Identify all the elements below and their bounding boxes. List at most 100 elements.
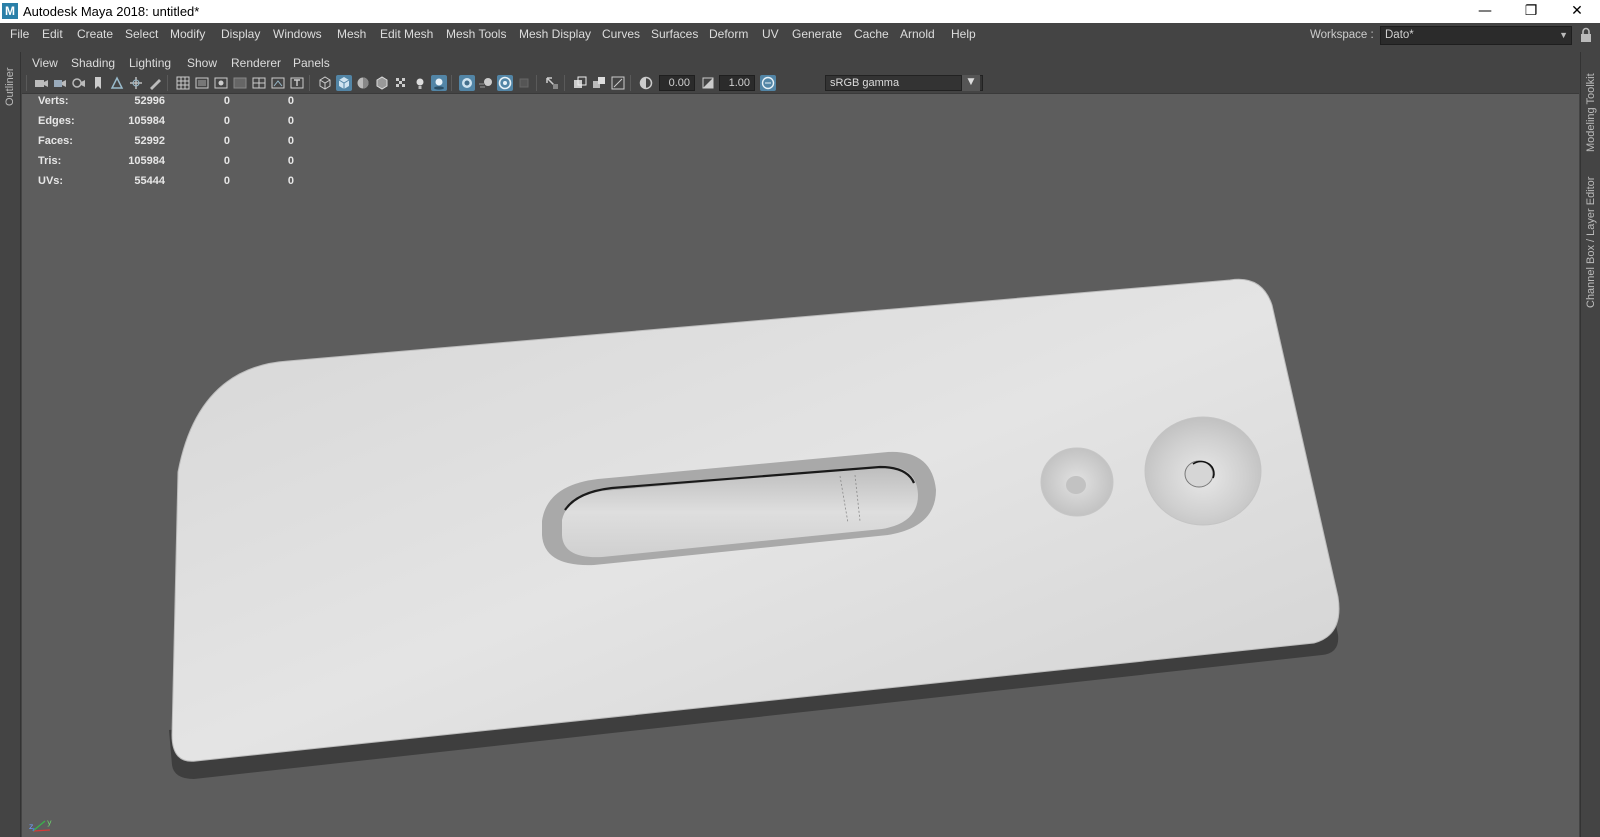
hud-row-edges: Edges: 105984 0 0: [38, 115, 308, 135]
panel-menu-view[interactable]: View: [32, 56, 58, 70]
color-management-icon[interactable]: [760, 75, 776, 91]
hud-value: 0: [223, 115, 230, 127]
menu-modify[interactable]: Modify: [170, 27, 205, 41]
menu-select[interactable]: Select: [125, 27, 158, 41]
menu-cache[interactable]: Cache: [854, 27, 889, 41]
camera-attributes-icon[interactable]: [52, 75, 68, 91]
lock-icon[interactable]: [1580, 27, 1592, 43]
menu-edit-mesh[interactable]: Edit Mesh: [380, 27, 433, 41]
smooth-shade-icon[interactable]: [336, 75, 352, 91]
toolbar-separator: [167, 75, 168, 91]
menu-generate[interactable]: Generate: [792, 27, 842, 41]
hud-value: 105984: [128, 155, 165, 167]
gate-mask-icon[interactable]: [232, 75, 248, 91]
workspace-label: Workspace :: [1310, 29, 1374, 41]
menu-mesh-tools[interactable]: Mesh Tools: [446, 27, 506, 41]
channel-box-layer-editor-tab[interactable]: Channel Box / Layer Editor: [1585, 177, 1597, 308]
wireframe-icon[interactable]: [317, 75, 333, 91]
motion-blur-icon[interactable]: [478, 75, 494, 91]
outliner-tab[interactable]: Outliner: [4, 67, 16, 106]
shaded-wireframe-icon[interactable]: [374, 75, 390, 91]
toolbar-separator: [630, 75, 631, 91]
menu-mesh[interactable]: Mesh: [337, 27, 366, 41]
hud-row-verts: Verts: 52996 0 0: [38, 95, 308, 115]
hud-value: 52992: [134, 135, 165, 147]
hud-row-tris: Tris: 105984 0 0: [38, 155, 308, 175]
restore-button[interactable]: ❐: [1508, 0, 1554, 23]
3d-viewport[interactable]: Verts: 52996 0 0 Edges: 105984 0 0 Faces…: [22, 95, 1579, 837]
left-dock-strip: Outliner: [0, 52, 21, 837]
main-menu-bar: File Edit Create Select Modify Display W…: [0, 23, 1600, 46]
hud-label: Verts:: [38, 95, 69, 107]
panel-menu-renderer[interactable]: Renderer: [231, 56, 281, 70]
panel-menu-bar: View Shading Lighting Show Renderer Pane…: [22, 52, 1579, 72]
hud-value: 0: [287, 155, 294, 167]
minimize-button[interactable]: —: [1462, 0, 1508, 23]
workspace-value: Dato*: [1385, 29, 1414, 41]
menu-create[interactable]: Create: [77, 27, 113, 41]
xray-active-components-icon[interactable]: [610, 75, 626, 91]
hud-value: 0: [287, 135, 294, 147]
chevron-down-icon[interactable]: ▼: [961, 75, 980, 91]
toolbar-separator: [564, 75, 565, 91]
hud-value: 0: [223, 155, 230, 167]
depth-of-field-icon[interactable]: [516, 75, 532, 91]
hud-row-faces: Faces: 52992 0 0: [38, 135, 308, 155]
view-axis-icon: y z: [29, 818, 52, 832]
close-button[interactable]: ✕: [1554, 0, 1600, 23]
hud-value: 0: [223, 135, 230, 147]
bookmark-icon[interactable]: [90, 75, 106, 91]
menu-help[interactable]: Help: [951, 27, 976, 41]
screen-space-ao-icon[interactable]: [459, 75, 475, 91]
hud-label: Tris:: [38, 155, 62, 167]
panel-menu-lighting[interactable]: Lighting: [129, 56, 171, 70]
film-gate-icon[interactable]: [194, 75, 210, 91]
multisample-aa-icon[interactable]: [497, 75, 513, 91]
gamma-field[interactable]: 1.00: [719, 75, 755, 91]
toolbar-separator: [309, 75, 310, 91]
menu-display[interactable]: Display: [221, 27, 260, 41]
bookmark-camera-icon[interactable]: [71, 75, 87, 91]
modeling-toolkit-tab[interactable]: Modeling Toolkit: [1585, 73, 1597, 152]
isolate-select-icon[interactable]: [544, 75, 560, 91]
grid-icon[interactable]: [175, 75, 191, 91]
menu-deform[interactable]: Deform: [709, 27, 748, 41]
menu-arnold[interactable]: Arnold: [900, 27, 935, 41]
resolution-gate-icon[interactable]: [213, 75, 229, 91]
panel-menu-show[interactable]: Show: [187, 56, 217, 70]
safe-title-icon[interactable]: [289, 75, 305, 91]
color-space-select[interactable]: sRGB gamma: [825, 75, 983, 91]
menu-uv[interactable]: UV: [762, 27, 779, 41]
menu-curves[interactable]: Curves: [602, 27, 640, 41]
2d-pan-zoom-icon[interactable]: [128, 75, 144, 91]
field-chart-icon[interactable]: [251, 75, 267, 91]
menu-windows[interactable]: Windows: [273, 27, 322, 41]
menu-file[interactable]: File: [10, 27, 29, 41]
select-camera-icon[interactable]: [33, 75, 49, 91]
menu-surfaces[interactable]: Surfaces: [651, 27, 698, 41]
gamma-icon[interactable]: [700, 75, 716, 91]
xray-icon[interactable]: [572, 75, 588, 91]
exposure-field[interactable]: 0.00: [659, 75, 695, 91]
menu-edit[interactable]: Edit: [42, 27, 63, 41]
lights-icon[interactable]: [412, 75, 428, 91]
shadows-icon[interactable]: [431, 75, 447, 91]
hud-label: Faces:: [38, 135, 73, 147]
xray-joints-icon[interactable]: [591, 75, 607, 91]
exposure-icon[interactable]: [638, 75, 654, 91]
small-button-center: [1066, 476, 1086, 494]
safe-action-icon[interactable]: [270, 75, 286, 91]
hud-value: 0: [287, 115, 294, 127]
panel-menu-panels[interactable]: Panels: [293, 56, 330, 70]
axis-y-label: y: [47, 818, 52, 827]
menu-mesh-display[interactable]: Mesh Display: [519, 27, 591, 41]
default-material-icon[interactable]: [355, 75, 371, 91]
grease-pencil-icon[interactable]: [147, 75, 163, 91]
panel-menu-shading[interactable]: Shading: [71, 56, 115, 70]
hud-label: Edges:: [38, 115, 75, 127]
image-plane-icon[interactable]: [109, 75, 125, 91]
right-dock-strip: Modeling Toolkit Channel Box / Layer Edi…: [1580, 52, 1600, 837]
textured-icon[interactable]: [393, 75, 409, 91]
hud-label: UVs:: [38, 175, 64, 187]
workspace-select[interactable]: Dato* ▼: [1380, 26, 1572, 45]
